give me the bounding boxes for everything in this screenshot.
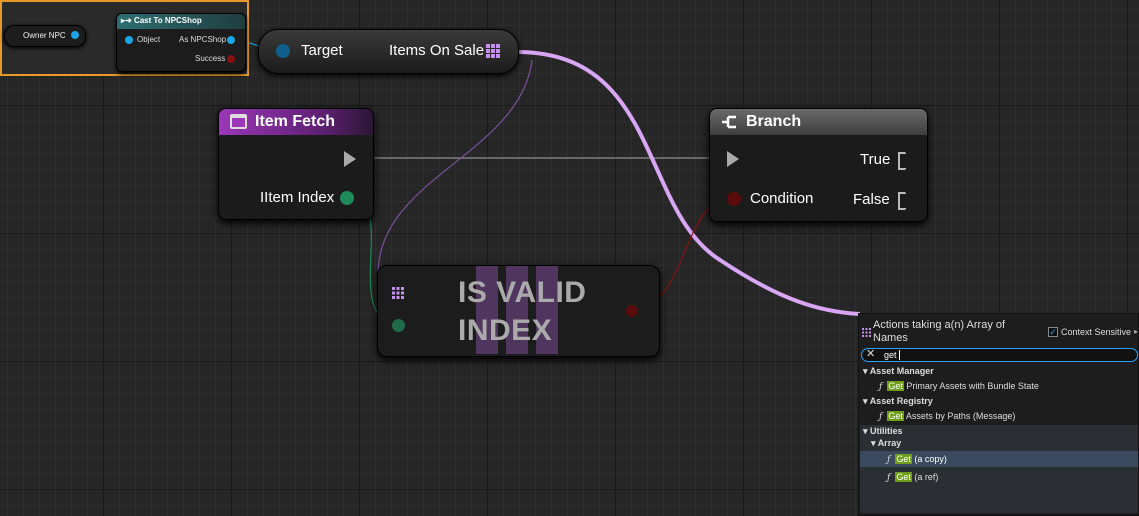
function-icon: ƒ <box>887 455 891 465</box>
context-sensitive-label: Context Sensitive <box>1061 327 1132 337</box>
item-fetch-header: Item Fetch <box>219 109 373 135</box>
true-label: True <box>860 151 891 168</box>
is-valid-line1: IS VALID <box>458 276 587 309</box>
owner-npc-node[interactable]: Owner NPC <box>4 25 86 47</box>
action-item[interactable]: ƒ Get Primary Assets with Bundle State <box>879 381 1039 392</box>
false-label: False <box>853 191 890 208</box>
array-grid-icon[interactable] <box>486 44 500 58</box>
clear-search-icon[interactable]: ✕ <box>866 347 875 360</box>
is-valid-line2: INDEX <box>458 314 553 347</box>
expand-arrow-icon[interactable]: ▸ <box>1134 327 1138 336</box>
branch-exec-in-pin[interactable] <box>727 151 739 167</box>
false-exec-pin[interactable] <box>898 192 910 210</box>
cast-node-title: Cast To NPCShop <box>133 16 202 25</box>
condition-label: Condition <box>750 190 814 207</box>
cast-node[interactable]: ▸➜ Cast To NPCShop Object As NPCShop Suc… <box>116 13 246 72</box>
array-input-pin-icon[interactable] <box>392 287 404 299</box>
branch-node[interactable]: Branch True Condition False <box>709 108 928 222</box>
search-field[interactable]: ✕ get <box>861 348 1138 362</box>
true-exec-pin[interactable] <box>898 152 910 170</box>
branch-icon <box>722 115 736 129</box>
item-index-label: IItem Index <box>260 189 335 206</box>
action-item-get-ref[interactable]: ƒ Get (a ref) <box>887 472 938 483</box>
cast-success-pin[interactable] <box>227 55 235 63</box>
utilities-section-bg <box>860 425 1138 513</box>
context-sensitive-checkbox[interactable]: ✓ <box>1048 327 1058 337</box>
subcategory-array[interactable]: ▾ Array <box>871 438 901 449</box>
text-caret <box>899 350 900 360</box>
category-asset-registry[interactable]: ▾ Asset Registry <box>863 396 933 407</box>
action-menu-title: Actions taking a(n) Array of Names <box>873 319 1006 344</box>
wire-array-to-isvalid <box>377 59 533 293</box>
cast-as-pin[interactable] <box>227 36 235 44</box>
condition-pin[interactable] <box>727 192 741 206</box>
function-icon: ƒ <box>879 412 883 422</box>
exec-arrows-icon: ▸➜ <box>121 16 134 25</box>
item-fetch-title: Item Fetch <box>255 113 336 130</box>
action-item-get-copy[interactable]: ƒ Get (a copy) <box>887 454 947 465</box>
action-item[interactable]: ƒ Get Assets by Paths (Message) <box>879 411 1015 422</box>
category-utilities[interactable]: ▾ Utilities <box>863 426 903 437</box>
cast-as-label: As NPCShop <box>179 35 227 44</box>
owner-npc-pin[interactable] <box>71 31 79 39</box>
function-icon: ƒ <box>887 473 891 483</box>
items-on-sale-label: Items On Sale <box>389 42 485 59</box>
cast-node-header: ▸➜ Cast To NPCShop <box>117 14 245 29</box>
branch-title: Branch <box>746 113 802 130</box>
action-menu-header: Actions taking a(n) Array of Names ✓ Con… <box>859 316 1138 346</box>
index-input-pin[interactable] <box>392 319 405 332</box>
array-type-icon <box>862 328 871 337</box>
owner-npc-label: Owner NPC <box>23 31 66 40</box>
is-valid-index-title: IS VALID INDEX <box>458 274 586 350</box>
target-pin[interactable] <box>276 44 290 58</box>
category-asset-manager[interactable]: ▾ Asset Manager <box>863 366 934 377</box>
search-input[interactable]: get <box>884 350 897 360</box>
is-valid-index-node[interactable]: IS VALID INDEX <box>377 265 660 357</box>
target-label: Target <box>301 42 343 59</box>
item-fetch-node[interactable]: Item Fetch IItem Index <box>218 108 374 220</box>
action-menu: Actions taking a(n) Array of Names ✓ Con… <box>858 313 1139 516</box>
function-icon <box>230 114 247 129</box>
branch-header: Branch <box>710 109 927 135</box>
items-on-sale-getter[interactable]: Target Items On Sale <box>258 29 519 74</box>
cast-object-label: Object <box>137 35 161 44</box>
cast-success-label: Success <box>195 54 226 63</box>
bool-output-pin[interactable] <box>626 305 638 317</box>
function-icon: ƒ <box>879 382 883 392</box>
cast-object-pin[interactable] <box>125 36 133 44</box>
item-index-pin[interactable] <box>340 191 354 205</box>
exec-out-pin[interactable] <box>344 151 356 167</box>
